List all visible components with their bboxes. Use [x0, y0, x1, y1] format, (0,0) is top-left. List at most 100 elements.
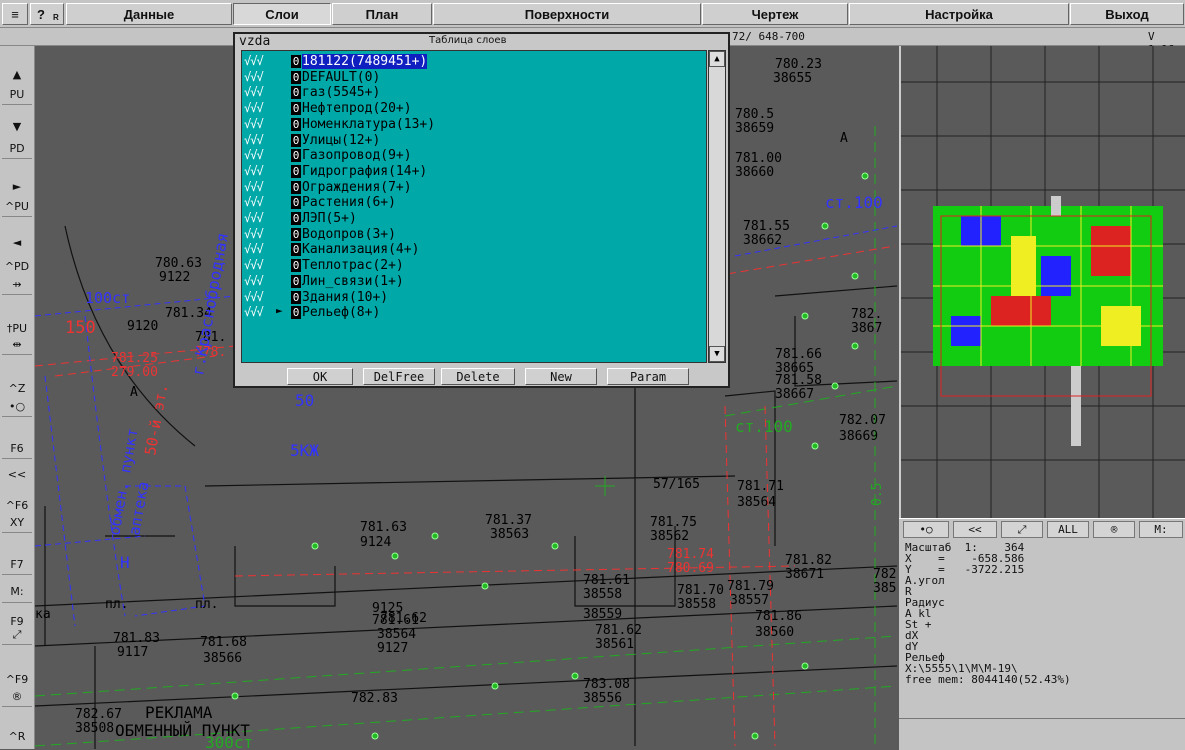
menu-exit[interactable]: Выход	[1070, 3, 1184, 25]
marker-button[interactable]: M:	[2, 580, 32, 603]
zoom-extents-icon[interactable]: ⤢	[2, 626, 32, 645]
layer-row[interactable]: √√√ 0 Ограждения(7+)	[242, 180, 702, 195]
back-icon[interactable]: <<	[953, 521, 997, 538]
ctrl-page-down-button[interactable]: ^PD	[2, 256, 32, 276]
layer-color-box[interactable]: 0	[291, 180, 301, 194]
layer-color-box[interactable]: 0	[291, 86, 301, 100]
scroll-right-icon[interactable]: ►	[2, 174, 32, 198]
delete-button[interactable]: Delete	[441, 368, 515, 385]
map-label: 50	[295, 391, 314, 410]
layer-color-box[interactable]: 0	[291, 306, 301, 320]
layer-color-box[interactable]: 0	[291, 227, 301, 241]
marker-button[interactable]: M:	[1139, 521, 1183, 538]
new-button[interactable]: New	[525, 368, 597, 385]
visibility-checks[interactable]: √√√	[244, 148, 264, 162]
registered-icon[interactable]: ®	[2, 686, 32, 707]
menu-layers[interactable]: Слои	[233, 3, 331, 25]
layer-color-box[interactable]: 0	[291, 133, 301, 147]
point-icon[interactable]: •○	[2, 396, 32, 417]
ctrl-z-button[interactable]: ^Z	[2, 378, 32, 398]
page-up-button[interactable]: PU	[2, 84, 32, 105]
f6-button[interactable]: F6	[2, 438, 32, 459]
scroll-up-icon[interactable]: ▲	[709, 51, 725, 67]
menu-settings[interactable]: Настройка	[849, 3, 1069, 25]
ctrl-page-up-button[interactable]: ^PU	[2, 196, 32, 217]
help-button[interactable]: ? R	[30, 3, 64, 25]
layer-color-box[interactable]: 0	[291, 290, 301, 304]
visibility-checks[interactable]: √√√	[244, 70, 264, 84]
visibility-checks[interactable]: √√√	[244, 274, 264, 288]
back-icon[interactable]: <<	[2, 464, 32, 484]
layer-color-box[interactable]: 0	[291, 164, 301, 178]
show-all-button[interactable]: ALL	[1047, 521, 1089, 538]
y-readout: Y = -3722.215	[905, 563, 1025, 576]
layer-row[interactable]: √√√ 0 DEFAULT(0)	[242, 70, 702, 85]
layer-row[interactable]: √√√ 0 газ(5545+)	[242, 85, 702, 100]
visibility-checks[interactable]: √√√	[244, 133, 264, 147]
layer-row[interactable]: √√√ 0 Водопров(3+)	[242, 227, 702, 242]
scroll-down-icon[interactable]: ▼	[2, 114, 32, 138]
menu-drawing[interactable]: Чертеж	[702, 3, 848, 25]
layer-color-box[interactable]: 0	[291, 149, 301, 163]
scroll-left-icon[interactable]: ◄	[2, 230, 32, 254]
ok-button[interactable]: OK	[287, 368, 353, 385]
param-button[interactable]: Param	[607, 368, 689, 385]
visibility-checks[interactable]: √√√	[244, 258, 264, 272]
registered-icon[interactable]: ®	[1093, 521, 1135, 538]
delfree-button[interactable]: DelFree	[363, 368, 435, 385]
layer-row[interactable]: √√√ 0 Улицы(12+)	[242, 133, 702, 148]
map-label: 5КЖ	[290, 441, 319, 460]
visibility-checks[interactable]: √√√	[244, 117, 264, 131]
layers-list[interactable]: √√√ 0 181122(7489451+) √√√ 0 DEFAULT(0) √√√ 0 га…	[241, 50, 707, 363]
layer-color-box[interactable]: 0	[291, 274, 301, 288]
layer-row[interactable]: √√√ 0 Теплотрас(2+)	[242, 258, 702, 273]
visibility-checks[interactable]: √√√	[244, 164, 264, 178]
overview-map[interactable]	[899, 46, 1185, 518]
layer-color-box[interactable]: 0	[291, 259, 301, 273]
visibility-checks[interactable]: √√√	[244, 195, 264, 209]
layer-name: Здания(10+)	[302, 289, 389, 305]
layer-color-box[interactable]: 0	[291, 212, 301, 225]
menu-plan[interactable]: План	[332, 3, 432, 25]
layer-color-box[interactable]: 0	[291, 243, 301, 257]
visibility-checks[interactable]: √√√	[244, 101, 264, 115]
layer-row[interactable]: √√√ ► 0 Рельеф(8+)	[242, 304, 702, 320]
layer-row[interactable]: √√√ 0 Гидрография(14+)	[242, 164, 702, 179]
layer-row[interactable]: √√√ 0 Здания(10+)	[242, 290, 702, 305]
zoom-extents-icon[interactable]: ⤢	[1001, 521, 1043, 538]
layer-row[interactable]: √√√ 0 Газопровод(9+)	[242, 148, 702, 163]
layer-row[interactable]: √√√ 0 Нефтепрод(20+)	[242, 101, 702, 116]
visibility-checks[interactable]: √√√	[244, 85, 264, 99]
visibility-checks[interactable]: √√√	[244, 227, 264, 241]
scroll-up-icon[interactable]: ▲	[2, 62, 32, 86]
layer-row[interactable]: √√√ 0 Номенклатура(13+)	[242, 117, 702, 132]
point-icon[interactable]: •○	[903, 521, 949, 538]
layer-color-box[interactable]: 0	[291, 102, 301, 116]
layer-row[interactable]: √√√ 0 Растения(6+)	[242, 195, 702, 210]
layer-color-box[interactable]: 0	[291, 55, 301, 68]
layer-row[interactable]: √√√ 0 Канализация(4+)	[242, 242, 702, 257]
f7-button[interactable]: F7	[2, 554, 32, 575]
menu-data[interactable]: Данные	[66, 3, 232, 25]
layer-color-box[interactable]: 0	[291, 196, 301, 210]
visibility-checks[interactable]: √√√	[244, 54, 264, 68]
layers-scrollbar[interactable]: ▲ ▼	[708, 50, 726, 363]
visibility-checks[interactable]: √√√	[244, 305, 264, 319]
layer-color-box[interactable]: 0	[291, 70, 301, 84]
layer-row[interactable]: √√√ 0 ЛЭП(5+)	[242, 211, 702, 226]
visibility-checks[interactable]: √√√	[244, 211, 264, 225]
pan-icon[interactable]: ⇸	[2, 274, 32, 295]
layer-row[interactable]: √√√ 0 181122(7489451+)	[242, 54, 702, 69]
ctrl-r-button[interactable]: ^R	[2, 726, 32, 746]
page-down-button[interactable]: PD	[2, 138, 32, 159]
move-icon[interactable]: ⇹	[2, 334, 32, 355]
system-menu-button[interactable]: ≡	[2, 3, 28, 25]
xy-icon[interactable]: XY	[2, 512, 32, 533]
layer-row[interactable]: √√√ 0 Лин_связи(1+)	[242, 274, 702, 289]
scroll-down-icon[interactable]: ▼	[709, 346, 725, 362]
visibility-checks[interactable]: √√√	[244, 290, 264, 304]
layer-color-box[interactable]: 0	[291, 117, 301, 131]
visibility-checks[interactable]: √√√	[244, 180, 264, 194]
menu-surfaces[interactable]: Поверхности	[433, 3, 701, 25]
visibility-checks[interactable]: √√√	[244, 242, 264, 256]
